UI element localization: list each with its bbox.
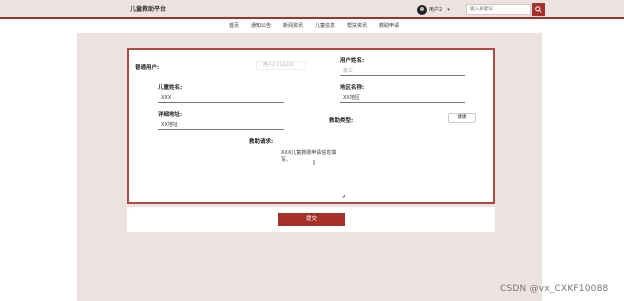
request-label: 救助请求: [249,139,274,145]
child-name-field[interactable]: XXX [158,94,284,103]
submit-button[interactable]: 提交 [278,213,345,226]
search-icon [535,6,542,13]
username-field[interactable]: 张三 [340,67,465,76]
nav-item-support[interactable]: 帮扶资讯 [343,21,367,33]
resize-handle-icon[interactable]: ◢ [342,192,345,199]
address-field[interactable]: XX地址 [158,121,284,130]
chevron-down-icon[interactable]: ▾ [447,7,450,13]
address-label: 详细地址: [158,112,183,118]
site-brand[interactable]: 儿童救助平台 [130,4,166,13]
nav-item-children[interactable]: 儿童信息 [311,21,335,33]
request-text: XXX儿童救助申请信息填写。 [281,150,337,163]
nav-item-apply[interactable]: 救助申请 [375,21,399,33]
nav-item-news[interactable]: 新闻资讯 [279,21,303,33]
avatar[interactable] [417,4,427,15]
child-name-label: 儿童姓名: [158,85,183,91]
type-label: 救助类型: [329,118,354,124]
nav-item-notices[interactable]: 通知公告 [247,21,271,33]
region-label: 地区名称: [340,85,365,91]
region-field[interactable]: XX地区 [340,94,465,103]
user-name[interactable]: 用户2 [429,6,442,13]
type-select[interactable]: 健康 [448,113,476,123]
text-cursor-icon: I [313,159,316,167]
top-bar: 儿童救助平台 用户2 ▾ [0,0,624,19]
watermark: CSDN @vx_CXKF10088 [500,284,609,294]
search-button[interactable] [532,3,545,16]
account-field: 用户2-112233 [256,61,306,70]
nav-item-home[interactable]: 首页 [225,21,239,33]
main-nav: 首页 通知公告 新闻资讯 儿童信息 帮扶资讯 救助申请 [0,21,624,33]
username-label: 用户姓名: [340,58,365,64]
request-textarea[interactable]: XXX儿童救助申请信息填写。 ◢ [276,146,346,200]
account-label: 普通用户: [135,65,160,71]
user-menu[interactable]: 用户2 ▾ [417,4,450,15]
search-input[interactable] [466,4,531,15]
